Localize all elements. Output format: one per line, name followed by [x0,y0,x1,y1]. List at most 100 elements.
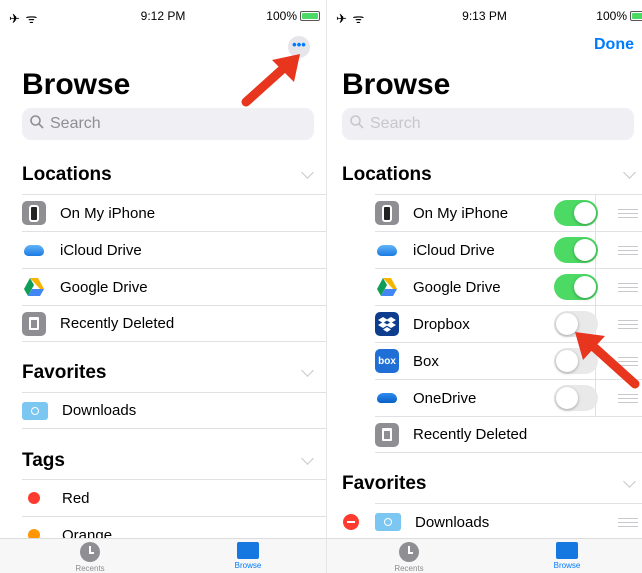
battery-indicator: 100% [596,9,642,23]
phone-icon [22,201,46,225]
tab-label: Browse [553,561,581,570]
tag-row-red[interactable]: Red [22,479,326,516]
search-field[interactable]: Search [22,108,314,140]
location-label: Recently Deleted [60,315,175,332]
trash-icon [375,422,399,447]
toggle-icloud-drive[interactable] [554,237,598,263]
location-row-on-my-iphone[interactable]: On My iPhone [375,194,642,231]
location-row-dropbox[interactable]: Dropbox [375,305,642,342]
location-label: Google Drive [413,278,501,296]
location-row-google-drive[interactable]: Google Drive [22,268,326,305]
chevron-down-icon[interactable] [301,364,314,377]
red-arrow-annotation [241,54,300,107]
toggle-knob [574,239,596,261]
toggle-knob [556,387,578,409]
reorder-handle-icon[interactable] [618,209,638,218]
search-icon [350,114,364,134]
folder-icon [556,542,578,559]
browse-screen-edit: ✈ ᯤ 9:13 PM 100% Done Browse Search Loca… [327,0,642,573]
locations-header-label: Locations [22,164,112,185]
tab-label: Recents [75,564,105,573]
folder-icon [22,401,48,420]
reorder-handle-icon[interactable] [618,357,638,366]
reorder-handle-icon[interactable] [618,394,638,403]
clock-icon [80,542,100,562]
tab-browse[interactable]: Browse [218,542,278,570]
tags-header-label: Tags [22,450,65,471]
location-label: Google Drive [60,278,148,296]
location-row-on-my-iphone[interactable]: On My iPhone [22,194,326,231]
location-row-icloud-drive[interactable]: iCloud Drive [22,231,326,268]
favorites-header[interactable]: Favorites [342,473,642,495]
status-bar: ✈ ᯤ 9:13 PM 100% [327,0,642,32]
trash-icon [22,311,46,336]
dropbox-icon [375,312,399,336]
search-placeholder: Search [50,115,101,132]
icloud-icon [22,238,46,262]
favorites-header-label: Favorites [342,473,427,494]
toggle-onedrive[interactable] [554,385,598,411]
location-row-box[interactable]: box Box [375,342,642,379]
tab-recents[interactable]: Recents [379,542,439,573]
locations-header[interactable]: Locations [342,164,642,186]
favorites-header-label: Favorites [22,362,107,383]
done-button[interactable]: Done [594,36,634,54]
reorder-handle-icon[interactable] [618,283,638,292]
location-label: OneDrive [413,389,477,407]
tab-browse[interactable]: Browse [537,542,597,570]
toggle-box[interactable] [554,348,598,374]
box-icon: box [375,349,399,373]
location-row-recently-deleted[interactable]: Recently Deleted [375,416,642,453]
favorite-row-downloads[interactable]: Downloads [375,503,642,540]
toggle-knob [574,202,596,224]
tab-recents[interactable]: Recents [60,542,120,573]
tab-bar: Recents Browse [327,538,642,573]
browse-screen-default: ✈ ᯤ 9:12 PM 100% ••• Browse Search Locat… [0,0,327,573]
onedrive-icon [375,386,399,410]
favorites-header[interactable]: Favorites [22,362,326,384]
tag-label: Red [62,489,90,507]
page-title: Browse [342,68,451,101]
reorder-handle-icon[interactable] [618,518,638,527]
location-row-icloud-drive[interactable]: iCloud Drive [375,231,642,268]
phone-icon [375,201,399,225]
location-label: On My iPhone [413,204,509,222]
chevron-down-icon[interactable] [623,166,636,179]
chevron-down-icon[interactable] [301,452,314,465]
toggle-knob [556,313,578,335]
tags-header[interactable]: Tags [22,450,326,472]
folder-icon [237,542,259,559]
battery-percent: 100% [596,9,627,23]
toggle-dropbox[interactable] [554,311,598,337]
tab-label: Browse [234,561,262,570]
favorite-label: Downloads [415,513,490,531]
search-field[interactable]: Search [342,108,634,140]
locations-header-label: Locations [342,164,432,185]
chevron-down-icon[interactable] [301,166,314,179]
chevron-down-icon[interactable] [623,475,636,488]
folder-icon [375,513,401,531]
reorder-handle-icon[interactable] [618,320,638,329]
status-bar: ✈ ᯤ 9:12 PM 100% [0,0,326,32]
battery-icon [630,11,642,21]
location-row-google-drive[interactable]: Google Drive [375,268,642,305]
location-row-onedrive[interactable]: OneDrive [375,379,642,416]
location-label: iCloud Drive [413,241,495,259]
favorite-label: Downloads [62,402,137,419]
tab-bar: Recents Browse [0,538,326,573]
location-label: On My iPhone [60,204,156,222]
locations-header[interactable]: Locations [22,164,326,186]
location-row-recently-deleted[interactable]: Recently Deleted [22,305,326,342]
favorite-row-downloads[interactable]: Downloads [22,392,326,429]
toggle-google-drive[interactable] [554,274,598,300]
reorder-handle-icon[interactable] [618,246,638,255]
toggle-on-my-iphone[interactable] [554,200,598,226]
delete-minus-icon[interactable] [343,514,359,530]
toggle-knob [574,276,596,298]
battery-percent: 100% [266,9,297,23]
battery-icon [300,11,320,21]
red-tag-dot [28,492,40,504]
more-options-button[interactable]: ••• [288,36,310,58]
search-icon [30,114,44,134]
toggle-knob [556,350,578,372]
